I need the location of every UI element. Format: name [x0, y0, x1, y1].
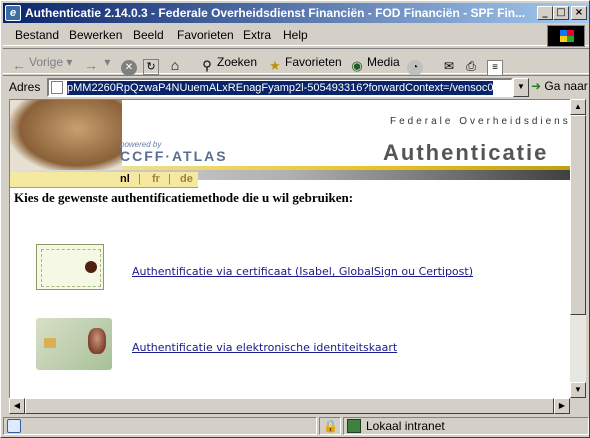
address-label: Adres — [9, 80, 41, 94]
security-zone-label: Lokaal intranet — [366, 419, 445, 433]
edit-icon: ≡ — [487, 60, 503, 76]
back-arrow-icon: ← — [12, 57, 26, 73]
print-icon: ⎙ — [466, 59, 476, 73]
browser-window: e Authenticatie 2.14.0.3 - Federale Over… — [0, 0, 590, 438]
lang-separator: | — [168, 173, 171, 185]
address-bar: Adres pMM2260RpQzwaP4NUuemALxREnagFyamp2… — [3, 75, 589, 97]
address-value: pMM2260RpQzwaP4NUuemALxREnagFyamp2l-5054… — [67, 81, 493, 95]
print-button[interactable]: ⎙ — [463, 52, 481, 73]
lang-nl[interactable]: nl — [120, 173, 130, 185]
stop-button[interactable]: ✕ — [121, 52, 139, 76]
menu-bestand[interactable]: Bestand — [15, 28, 59, 42]
lang-fr[interactable]: fr — [152, 173, 160, 185]
title-bar: e Authenticatie 2.14.0.3 - Federale Over… — [3, 3, 589, 23]
go-button[interactable]: ➜ Ga naar — [531, 79, 588, 93]
scroll-right-button[interactable]: ▶ — [554, 398, 570, 414]
language-bar: nl | fr | de — [10, 172, 198, 188]
back-button[interactable]: ← Vorige ▾ — [11, 52, 72, 73]
home-button[interactable]: ⌂ — [167, 52, 185, 73]
menu-beeld[interactable]: Beeld — [133, 28, 164, 42]
horizontal-scrollbar[interactable]: ◀ ▶ — [9, 398, 570, 414]
page-content: powered by CCFF·ATLAS Federale Overheids… — [9, 99, 570, 398]
history-button[interactable]: ◔ — [407, 52, 425, 76]
eid-card-icon — [36, 318, 112, 370]
address-input[interactable]: pMM2260RpQzwaP4NUuemALxREnagFyamp2l-5054… — [47, 78, 513, 97]
search-button[interactable]: ⚲ Zoeken — [199, 52, 257, 73]
horizontal-scroll-thumb[interactable] — [25, 398, 554, 414]
ccff-atlas-logo: CCFF·ATLAS — [120, 148, 228, 164]
vertical-scroll-thumb[interactable] — [570, 115, 586, 315]
page-title: Authenticatie — [383, 140, 549, 165]
search-icon: ⚲ — [202, 58, 212, 73]
mail-icon: ✉ — [443, 59, 455, 73]
menu-bewerken[interactable]: Bewerken — [69, 28, 122, 42]
vertical-scrollbar[interactable]: ▲ ▼ — [570, 99, 586, 398]
minimize-button[interactable]: _ — [537, 6, 553, 20]
status-main-panel — [3, 417, 317, 435]
site-banner: powered by CCFF·ATLAS Federale Overheids… — [10, 100, 570, 172]
edit-button[interactable]: ≡ — [487, 52, 505, 76]
scroll-down-button[interactable]: ▼ — [570, 382, 586, 398]
stop-icon: ✕ — [121, 60, 137, 76]
menu-bar: Bestand Bewerken Beeld Favorieten Extra … — [3, 25, 589, 46]
close-button[interactable]: × — [571, 6, 587, 20]
history-icon: ◔ — [407, 60, 423, 76]
mail-button[interactable]: ✉ — [441, 52, 459, 73]
menu-extra[interactable]: Extra — [243, 28, 271, 42]
status-bar: 🔒 Lokaal intranet — [3, 416, 589, 436]
lock-icon: 🔒 — [323, 419, 338, 433]
ie-icon: e — [5, 5, 21, 21]
forward-button[interactable]: → ▾ — [83, 52, 110, 73]
favorites-button[interactable]: ★ Favorieten — [267, 52, 342, 73]
windows-logo-icon — [547, 25, 585, 47]
scroll-up-button[interactable]: ▲ — [570, 99, 586, 115]
page-icon — [51, 81, 63, 94]
address-dropdown-button[interactable]: ▼ — [513, 78, 529, 97]
refresh-icon: ↻ — [143, 59, 159, 75]
lang-separator: | — [138, 173, 141, 185]
toolbar: ← Vorige ▾ → ▾ ✕ ↻ ⌂ ⚲ Zoeken ★ Favorieten … — [3, 48, 589, 76]
forward-arrow-icon: → — [84, 57, 98, 73]
menu-help[interactable]: Help — [283, 28, 308, 42]
scroll-left-button[interactable]: ◀ — [9, 398, 25, 414]
page-heading: Kies de gewenste authentificatiemethode … — [14, 190, 354, 205]
dog-sculpture-image — [10, 100, 122, 172]
refresh-button[interactable]: ↻ — [143, 52, 161, 75]
media-icon: ◉ — [351, 58, 363, 73]
home-icon: ⌂ — [170, 57, 180, 73]
menu-favorieten[interactable]: Favorieten — [177, 28, 234, 42]
eid-auth-link[interactable]: Authentificatie via elektronische identi… — [132, 341, 397, 354]
status-page-icon — [7, 419, 21, 433]
organization-name: Federale Overheidsdienst — [390, 116, 570, 127]
lang-de[interactable]: de — [180, 173, 193, 185]
favorites-star-icon: ★ — [269, 58, 281, 73]
maximize-button[interactable]: □ — [553, 6, 569, 20]
media-button[interactable]: ◉ Media — [349, 52, 399, 73]
certificate-icon — [36, 244, 104, 290]
certificate-auth-link[interactable]: Authentificatie via certificaat (Isabel,… — [132, 265, 473, 278]
status-lock-panel: 🔒 — [319, 417, 341, 435]
window-title: Authenticatie 2.14.0.3 - Federale Overhe… — [25, 6, 525, 20]
intranet-icon — [347, 419, 361, 433]
go-arrow-icon: ➜ — [531, 79, 542, 93]
